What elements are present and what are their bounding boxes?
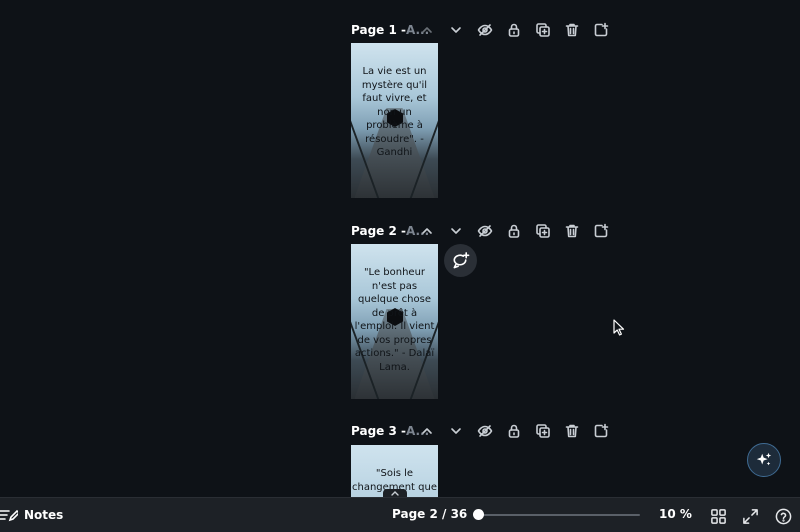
lock-icon bbox=[508, 224, 520, 238]
move-up-button[interactable] bbox=[417, 221, 437, 241]
move-down-button[interactable] bbox=[446, 421, 466, 441]
add-page-button[interactable] bbox=[591, 221, 611, 241]
duplicate-page-button[interactable] bbox=[533, 20, 553, 40]
lock-icon bbox=[508, 424, 520, 438]
fullscreen-button[interactable] bbox=[740, 506, 760, 526]
duplicate-icon bbox=[536, 23, 550, 37]
move-down-button[interactable] bbox=[446, 221, 466, 241]
lock-page-button[interactable] bbox=[504, 221, 524, 241]
add-page-icon bbox=[594, 22, 609, 37]
duplicate-page-button[interactable] bbox=[533, 221, 553, 241]
add-page-icon bbox=[594, 423, 609, 438]
move-down-button[interactable] bbox=[446, 20, 466, 40]
zoom-slider-track[interactable] bbox=[478, 514, 640, 516]
help-icon bbox=[775, 508, 791, 524]
page-indicator[interactable]: Page 2 / 36 bbox=[392, 507, 467, 521]
delete-page-button[interactable] bbox=[562, 20, 582, 40]
delete-page-button[interactable] bbox=[562, 421, 582, 441]
lock-page-button[interactable] bbox=[504, 421, 524, 441]
move-up-button[interactable] bbox=[417, 421, 437, 441]
magic-assistant-button[interactable] bbox=[747, 443, 781, 477]
grid-view-icon bbox=[710, 508, 726, 524]
lock-icon bbox=[508, 23, 520, 37]
hide-icon bbox=[477, 425, 493, 437]
chevron-down-icon bbox=[451, 27, 461, 33]
chevron-up-icon bbox=[422, 27, 432, 33]
page-3-title[interactable]: Page 3 - bbox=[351, 424, 406, 438]
move-up-button[interactable] bbox=[417, 20, 437, 40]
zoom-level[interactable]: 10 % bbox=[659, 507, 692, 521]
help-button[interactable] bbox=[773, 506, 793, 526]
chevron-up-icon bbox=[422, 428, 432, 434]
page-2-title[interactable]: Page 2 - bbox=[351, 224, 406, 238]
add-comment-button[interactable] bbox=[444, 244, 477, 277]
duplicate-icon bbox=[536, 224, 550, 238]
page-3-header: Page 3 - A... bbox=[351, 421, 621, 441]
notes-label: Notes bbox=[24, 508, 64, 522]
add-page-icon bbox=[594, 223, 609, 238]
chevron-up-icon bbox=[422, 228, 432, 234]
page-1-header: Page 1 - A... bbox=[351, 20, 621, 40]
page-1-title[interactable]: Page 1 - bbox=[351, 23, 406, 37]
duplicate-page-button[interactable] bbox=[533, 421, 553, 441]
hide-page-button[interactable] bbox=[475, 221, 495, 241]
page-2-header: Page 2 - A... bbox=[351, 221, 621, 241]
delete-icon bbox=[565, 424, 579, 438]
sparkle-icon bbox=[756, 452, 772, 466]
add-page-button[interactable] bbox=[591, 421, 611, 441]
duplicate-icon bbox=[536, 424, 550, 438]
hide-page-button[interactable] bbox=[475, 421, 495, 441]
chevron-down-icon bbox=[451, 228, 461, 234]
page-2-thumbnail[interactable]: "Le bonheur n'est pas quelque chose de p… bbox=[351, 244, 438, 399]
comment-add-icon bbox=[453, 252, 470, 269]
grid-view-button[interactable] bbox=[708, 506, 728, 526]
delete-icon bbox=[565, 224, 579, 238]
hide-icon bbox=[477, 24, 493, 36]
fullscreen-icon bbox=[742, 508, 758, 524]
bottom-toolbar: Notes Page 2 / 36 10 % bbox=[0, 497, 800, 532]
mouse-cursor-icon bbox=[613, 319, 625, 336]
delete-page-button[interactable] bbox=[562, 221, 582, 241]
page-2-quote: "Le bonheur n'est pas quelque chose de p… bbox=[354, 267, 435, 373]
delete-icon bbox=[565, 23, 579, 37]
hide-page-button[interactable] bbox=[475, 20, 495, 40]
page-1-thumbnail[interactable]: La vie est un mystère qu'il faut vivre, … bbox=[351, 43, 438, 198]
notes-icon bbox=[0, 509, 18, 522]
notes-button[interactable]: Notes bbox=[0, 506, 63, 524]
hide-icon bbox=[477, 225, 493, 237]
add-page-button[interactable] bbox=[591, 20, 611, 40]
lock-page-button[interactable] bbox=[504, 20, 524, 40]
zoom-slider-thumb[interactable] bbox=[473, 509, 484, 520]
page-1-quote: La vie est un mystère qu'il faut vivre, … bbox=[361, 66, 428, 158]
chevron-down-icon bbox=[451, 428, 461, 434]
chevron-up-icon bbox=[391, 491, 399, 496]
